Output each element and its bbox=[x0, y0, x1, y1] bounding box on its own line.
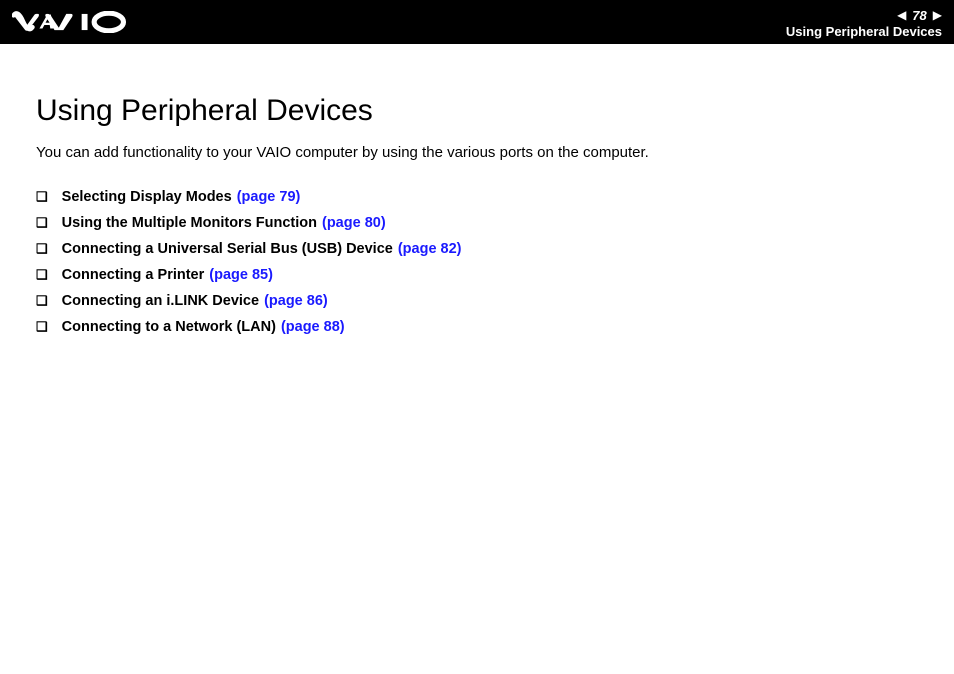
header-right: ◀ 78 ▶ Using Peripheral Devices bbox=[786, 6, 942, 39]
page-link[interactable]: (page 79) bbox=[237, 189, 301, 205]
toc-item-label: Connecting a Printer bbox=[62, 267, 205, 283]
toc-item: ❑ Connecting an i.LINK Device (page 86) bbox=[36, 293, 918, 309]
toc-list: ❑ Selecting Display Modes (page 79) ❑ Us… bbox=[36, 189, 918, 335]
page-link[interactable]: (page 86) bbox=[264, 293, 328, 309]
page-content: Using Peripheral Devices You can add fun… bbox=[0, 44, 954, 335]
toc-item: ❑ Using the Multiple Monitors Function (… bbox=[36, 215, 918, 231]
prev-page-arrow-icon[interactable]: ◀ bbox=[897, 8, 906, 22]
page-number: 78 bbox=[910, 8, 928, 23]
toc-item: ❑ Connecting a Printer (page 85) bbox=[36, 267, 918, 283]
bullet-icon: ❑ bbox=[36, 294, 48, 307]
page-link[interactable]: (page 85) bbox=[209, 267, 273, 283]
bullet-icon: ❑ bbox=[36, 268, 48, 281]
toc-item-label: Connecting to a Network (LAN) bbox=[62, 319, 276, 335]
page-link[interactable]: (page 88) bbox=[281, 319, 345, 335]
bullet-icon: ❑ bbox=[36, 242, 48, 255]
toc-item-label: Connecting a Universal Serial Bus (USB) … bbox=[62, 241, 393, 257]
toc-item: ❑ Connecting a Universal Serial Bus (USB… bbox=[36, 241, 918, 257]
toc-item: ❑ Selecting Display Modes (page 79) bbox=[36, 189, 918, 205]
toc-item: ❑ Connecting to a Network (LAN) (page 88… bbox=[36, 319, 918, 335]
toc-item-label: Connecting an i.LINK Device bbox=[62, 293, 259, 309]
intro-text: You can add functionality to your VAIO c… bbox=[36, 144, 918, 161]
bullet-icon: ❑ bbox=[36, 320, 48, 333]
svg-text:A: A bbox=[39, 11, 54, 33]
vaio-logo: A bbox=[12, 9, 144, 35]
toc-item-label: Using the Multiple Monitors Function bbox=[62, 215, 317, 231]
page-link[interactable]: (page 80) bbox=[322, 215, 386, 231]
toc-item-label: Selecting Display Modes bbox=[62, 189, 232, 205]
bullet-icon: ❑ bbox=[36, 216, 48, 229]
bullet-icon: ❑ bbox=[36, 190, 48, 203]
next-page-arrow-icon[interactable]: ▶ bbox=[933, 8, 942, 22]
page-title: Using Peripheral Devices bbox=[36, 94, 918, 128]
page-link[interactable]: (page 82) bbox=[398, 241, 462, 257]
page-nav: ◀ 78 ▶ bbox=[897, 8, 942, 23]
section-label: Using Peripheral Devices bbox=[786, 24, 942, 39]
header-bar: A ◀ 78 ▶ Using Peripheral Devices bbox=[0, 0, 954, 44]
